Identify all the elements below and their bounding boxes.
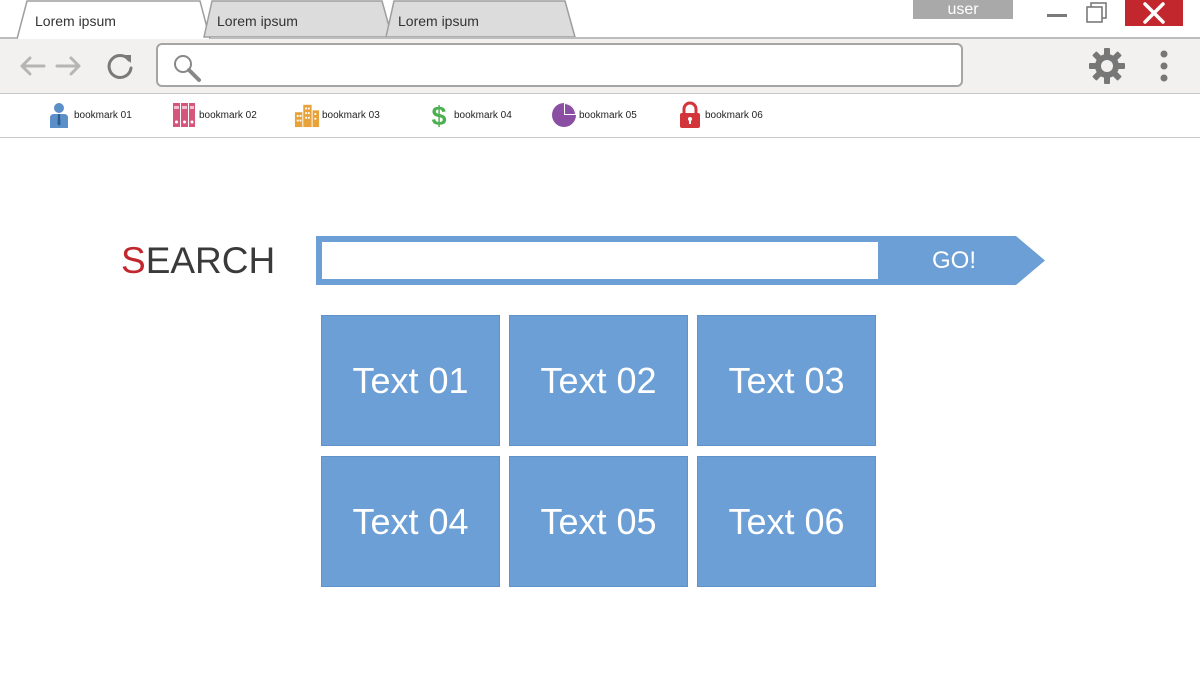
reload-button[interactable] xyxy=(105,51,135,81)
pie-chart-icon xyxy=(551,102,577,128)
close-button[interactable] xyxy=(1125,0,1183,26)
bookmark-3[interactable]: bookmark 03 xyxy=(294,101,380,129)
svg-text:$: $ xyxy=(431,101,446,129)
settings-button[interactable] xyxy=(1088,47,1126,85)
bookmark-6-label: bookmark 06 xyxy=(705,109,763,121)
bookmark-5-label: bookmark 05 xyxy=(579,109,637,121)
bookmark-5[interactable]: bookmark 05 xyxy=(551,101,637,129)
search-heading: SEARCH xyxy=(121,240,275,282)
tile-02[interactable]: Text 02 xyxy=(509,315,688,446)
tile-06[interactable]: Text 06 xyxy=(697,456,876,587)
tile-01[interactable]: Text 01 xyxy=(321,315,500,446)
search-input[interactable] xyxy=(322,242,878,279)
back-arrow-icon xyxy=(20,56,46,76)
dollar-icon: $ xyxy=(426,101,452,129)
go-button[interactable]: GO! xyxy=(880,242,1032,279)
maximize-icon xyxy=(1086,2,1107,23)
buildings-icon xyxy=(294,102,320,128)
bookmark-4[interactable]: $ bookmark 04 xyxy=(426,101,512,129)
minimize-button[interactable] xyxy=(1040,0,1074,26)
search-heading-first-letter: S xyxy=(121,240,146,281)
bookmark-3-label: bookmark 03 xyxy=(322,109,380,121)
maximize-button[interactable] xyxy=(1080,0,1114,26)
tile-03[interactable]: Text 03 xyxy=(697,315,876,446)
gear-icon xyxy=(1089,48,1125,84)
forward-button[interactable] xyxy=(54,51,84,81)
tile-05[interactable]: Text 05 xyxy=(509,456,688,587)
close-icon xyxy=(1143,2,1165,24)
tab-strip: Lorem ipsum Lorem ipsum Lorem ipsum user xyxy=(0,0,1200,39)
bookmark-2[interactable]: bookmark 02 xyxy=(171,101,257,129)
tab-3[interactable]: Lorem ipsum xyxy=(385,0,577,39)
binders-icon xyxy=(171,102,197,128)
bookmark-1-label: bookmark 01 xyxy=(74,109,132,121)
menu-button[interactable] xyxy=(1150,47,1178,85)
tab-2-label: Lorem ipsum xyxy=(217,13,298,29)
tab-1-label: Lorem ipsum xyxy=(35,13,116,29)
forward-arrow-icon xyxy=(55,56,81,76)
bookmark-6[interactable]: bookmark 06 xyxy=(677,101,763,129)
browser-toolbar xyxy=(0,39,1200,94)
person-icon xyxy=(46,102,72,128)
reload-icon xyxy=(107,53,133,79)
bookmarks-bar: bookmark 01 bookmark 02 bookmark 03 $ bo… xyxy=(0,95,1200,138)
tab-1[interactable]: Lorem ipsum xyxy=(16,0,211,39)
address-input[interactable] xyxy=(210,51,950,79)
back-button[interactable] xyxy=(17,51,47,81)
tile-04[interactable]: Text 04 xyxy=(321,456,500,587)
bookmark-1[interactable]: bookmark 01 xyxy=(46,101,132,129)
bookmark-2-label: bookmark 02 xyxy=(199,109,257,121)
minimize-icon xyxy=(1047,14,1067,17)
padlock-icon xyxy=(677,101,703,128)
address-bar[interactable] xyxy=(156,43,963,87)
search-icon xyxy=(174,55,201,82)
tab-3-label: Lorem ipsum xyxy=(398,13,479,29)
search-heading-rest: EARCH xyxy=(145,240,276,281)
menu-dots-icon xyxy=(1160,50,1168,82)
tab-2[interactable]: Lorem ipsum xyxy=(203,0,393,39)
bookmark-4-label: bookmark 04 xyxy=(454,109,512,121)
user-badge[interactable]: user xyxy=(913,0,1013,19)
